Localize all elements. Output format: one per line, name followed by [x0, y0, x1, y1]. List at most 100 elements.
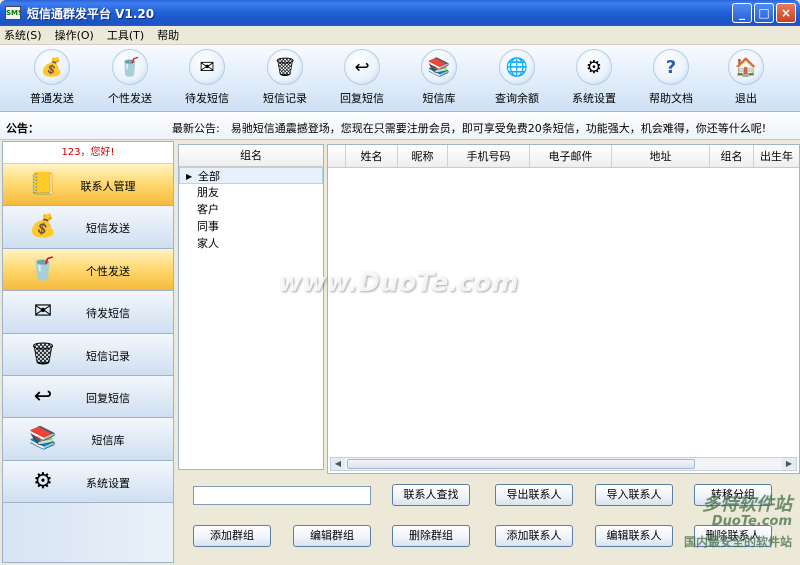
sidebar-item-label: 个性发送 — [86, 264, 130, 278]
group-item-customers[interactable]: 客户 — [179, 201, 323, 218]
contacts-grid: 姓名 昵称 手机号码 电子邮件 地址 组名 出生年 ◀ ▶ — [327, 144, 800, 474]
import-contacts-button[interactable]: 导入联系人 — [595, 484, 673, 506]
tool-label: 退出 — [735, 92, 757, 105]
edit-contact-button[interactable]: 编辑联系人 — [595, 525, 673, 547]
tool-label: 个性发送 — [108, 92, 152, 105]
tool-system-settings[interactable]: ⚙ 系统设置 — [558, 49, 630, 109]
sidebar-item-sms-send[interactable]: 💰 短信发送 — [3, 206, 173, 249]
envelope-icon: ✉ — [189, 49, 225, 85]
sidebar: 123，您好! 📒 联系人管理 💰 短信发送 🥤 个性发送 ✉ 待发短信 🗑 短… — [2, 141, 174, 563]
sidebar-item-sms-library[interactable]: 📚 短信库 — [3, 418, 173, 461]
grid-column-name[interactable]: 姓名 — [346, 145, 398, 168]
sidebar-item-label: 待发短信 — [86, 307, 130, 321]
coins-icon: 💰 — [34, 49, 70, 85]
help-icon: ? — [653, 49, 689, 85]
notice-bar: 公告： 最新公告: 易驰短信通震撼登场，您现在只需要注册会员，即可享受免费20条… — [0, 112, 800, 140]
horizontal-scrollbar[interactable]: ◀ ▶ — [330, 457, 797, 471]
watermark-slogan: 国内最安全的软件站 — [683, 535, 792, 549]
globe-icon: 🌐 — [499, 49, 535, 85]
tool-label: 帮助文档 — [649, 92, 693, 105]
tool-label: 短信库 — [422, 92, 456, 105]
edit-group-button[interactable]: 编辑群组 — [293, 525, 371, 547]
watermark-corner: 多特软件站 DuoTe.com 国内最安全的软件站 — [684, 490, 792, 550]
group-item-label: 朋友 — [197, 186, 219, 199]
maximize-button[interactable]: □ — [754, 3, 774, 23]
title-bar: SMS 短信通群发平台 V1.20 _ □ × — [0, 0, 800, 26]
tool-label: 短信记录 — [263, 92, 307, 105]
latest-notice: 最新公告: 易驰短信通震撼登场，您现在只需要注册会员，即可享受免费20条短信，功… — [172, 122, 767, 135]
grid-column-group[interactable]: 组名 — [710, 145, 754, 168]
sidebar-item-reply-sms[interactable]: ↩ 回复短信 — [3, 375, 173, 419]
tool-label: 查询余额 — [495, 92, 539, 105]
group-item-family[interactable]: 家人 — [179, 235, 323, 252]
sidebar-item-pending-sms[interactable]: ✉ 待发短信 — [3, 291, 173, 334]
group-list: 组名 ▶ 全部 朋友 客户 同事 家人 — [178, 144, 324, 470]
tool-pending-sms[interactable]: ✉ 待发短信 — [171, 49, 243, 109]
group-item-label: 全部 — [198, 170, 220, 183]
sidebar-item-sms-records[interactable]: 🗑 短信记录 — [3, 333, 173, 376]
grid-column-nickname[interactable]: 昵称 — [398, 145, 448, 168]
exit-icon: 🏠 — [728, 49, 764, 85]
tool-label: 回复短信 — [340, 92, 384, 105]
group-list-header: 组名 — [179, 145, 323, 167]
grid-header: 姓名 昵称 手机号码 电子邮件 地址 组名 出生年 — [328, 145, 799, 168]
sidebar-item-personal-send[interactable]: 🥤 个性发送 — [3, 248, 173, 292]
group-item-label: 同事 — [197, 220, 219, 233]
scroll-right-icon[interactable]: ▶ — [782, 458, 796, 470]
sidebar-item-contacts[interactable]: 📒 联系人管理 — [3, 164, 173, 207]
grid-column-address[interactable]: 地址 — [612, 145, 710, 168]
app-icon: SMS — [5, 6, 21, 20]
green-cup-icon: 🥤 — [112, 49, 148, 85]
menu-bar: 系统(S) 操作(O) 工具(T) 帮助 — [0, 26, 800, 45]
tool-check-balance[interactable]: 🌐 查询余额 — [481, 49, 553, 109]
export-contacts-button[interactable]: 导出联系人 — [495, 484, 573, 506]
tool-label: 待发短信 — [185, 92, 229, 105]
tool-reply-sms[interactable]: ↩ 回复短信 — [326, 49, 398, 109]
row-pointer-icon: ▶ — [186, 172, 193, 181]
tool-sms-library[interactable]: 📚 短信库 — [403, 49, 475, 109]
grid-column-birth[interactable]: 出生年 — [754, 145, 799, 168]
group-item-all[interactable]: ▶ 全部 — [179, 167, 323, 184]
sidebar-item-label: 系统设置 — [86, 476, 130, 490]
group-item-friends[interactable]: 朋友 — [179, 184, 323, 201]
scroll-thumb[interactable] — [347, 459, 695, 469]
settings-icon: ⚙ — [576, 49, 612, 85]
tool-label: 普通发送 — [30, 92, 74, 105]
menu-operate[interactable]: 操作(O) — [55, 27, 94, 43]
tool-normal-send[interactable]: 💰 普通发送 — [16, 49, 88, 109]
user-greeting: 123，您好! — [3, 142, 173, 164]
tool-help-docs[interactable]: ? 帮助文档 — [635, 49, 707, 109]
notice-label: 公告： — [6, 122, 39, 135]
sidebar-item-label: 短信记录 — [86, 349, 130, 363]
library-icon: 📚 — [421, 49, 457, 85]
delete-group-button[interactable]: 删除群组 — [392, 525, 470, 547]
tool-exit[interactable]: 🏠 退出 — [710, 49, 782, 109]
sidebar-item-label: 短信发送 — [86, 222, 130, 236]
sidebar-item-label: 短信库 — [91, 434, 125, 448]
find-contact-button[interactable]: 联系人查找 — [392, 484, 470, 506]
sidebar-item-system-settings[interactable]: ⚙ 系统设置 — [3, 460, 173, 504]
add-group-button[interactable]: 添加群组 — [193, 525, 271, 547]
tool-personal-send[interactable]: 🥤 个性发送 — [94, 49, 166, 109]
grid-column-phone[interactable]: 手机号码 — [448, 145, 530, 168]
grid-column-indicator[interactable] — [328, 145, 346, 168]
add-contact-button[interactable]: 添加联系人 — [495, 525, 573, 547]
menu-tools[interactable]: 工具(T) — [107, 27, 144, 43]
watermark-site: DuoTe.com — [711, 514, 792, 529]
contact-search-input[interactable] — [193, 486, 371, 505]
scroll-left-icon[interactable]: ◀ — [331, 458, 345, 470]
group-item-colleagues[interactable]: 同事 — [179, 218, 323, 235]
sidebar-item-label: 回复短信 — [86, 391, 130, 405]
menu-system[interactable]: 系统(S) — [4, 27, 42, 43]
menu-help[interactable]: 帮助 — [157, 27, 179, 43]
group-item-label: 客户 — [197, 203, 219, 216]
window-title: 短信通群发平台 V1.20 — [27, 6, 155, 21]
toolbar: 💰 普通发送 🥤 个性发送 ✉ 待发短信 🗑 短信记录 ↩ 回复短信 📚 短信库… — [0, 45, 800, 112]
close-button[interactable]: × — [776, 3, 796, 23]
window-controls: _ □ × — [732, 3, 796, 23]
minimize-button[interactable]: _ — [732, 3, 752, 23]
sidebar-item-label: 联系人管理 — [80, 180, 136, 193]
tool-sms-records[interactable]: 🗑 短信记录 — [249, 49, 321, 109]
reply-icon: ↩ — [344, 49, 380, 85]
grid-column-email[interactable]: 电子邮件 — [530, 145, 612, 168]
